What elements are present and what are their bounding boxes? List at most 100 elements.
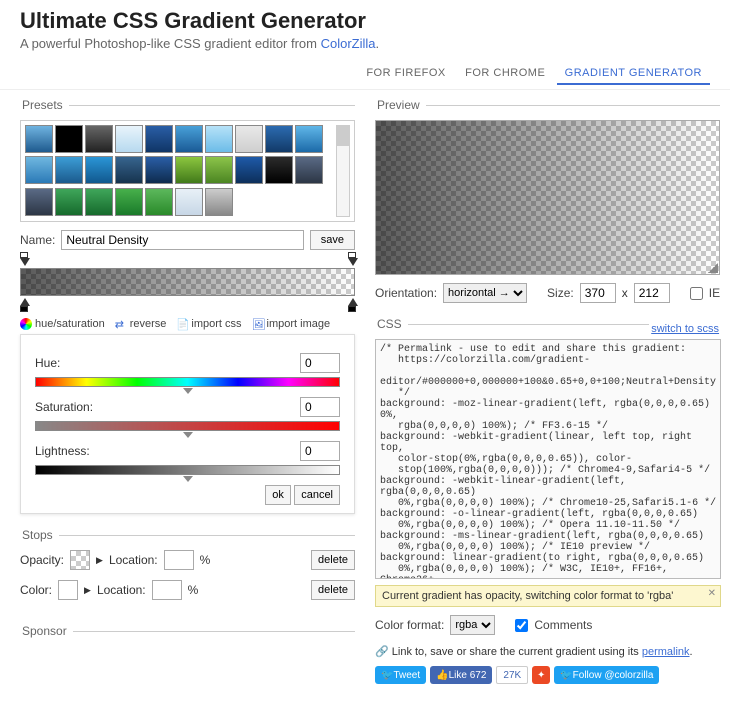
gradient-strip[interactable]: [20, 268, 355, 296]
orientation-select[interactable]: horizontal →: [443, 283, 527, 303]
color-label: Color:: [20, 583, 52, 597]
stumbleupon-button[interactable]: ✦: [532, 666, 550, 684]
tab-firefox[interactable]: FOR FIREFOX: [358, 63, 453, 83]
lightness-input[interactable]: [300, 441, 340, 461]
preset-swatch[interactable]: [115, 125, 143, 153]
page-title: Ultimate CSS Gradient Generator: [20, 8, 710, 34]
tool-import-css[interactable]: 📄import css: [176, 318, 241, 330]
presets-section: Presets Name: save: [20, 98, 355, 514]
preset-swatches: [25, 125, 332, 217]
preset-swatch[interactable]: [145, 156, 173, 184]
name-input[interactable]: [61, 230, 303, 250]
sponsor-legend: Sponsor: [20, 624, 73, 638]
page-subtitle: A powerful Photoshop-like CSS gradient e…: [20, 36, 710, 51]
preset-swatch[interactable]: [295, 156, 323, 184]
saturation-label: Saturation:: [35, 400, 93, 414]
colorzilla-link[interactable]: ColorZilla: [321, 36, 376, 51]
preset-swatch[interactable]: [115, 188, 143, 216]
preset-swatch[interactable]: [175, 156, 203, 184]
lightness-slider[interactable]: [35, 465, 340, 475]
preview-legend: Preview: [375, 98, 426, 112]
preset-swatch[interactable]: [235, 125, 263, 153]
preset-swatch[interactable]: [235, 156, 263, 184]
css-output[interactable]: /* Permalink - use to edit and share thi…: [375, 339, 721, 579]
opacity-percent: %: [200, 553, 211, 567]
width-input[interactable]: [580, 283, 616, 303]
presets-scrollbar[interactable]: [336, 125, 350, 217]
preset-swatch[interactable]: [115, 156, 143, 184]
preset-swatch[interactable]: [25, 188, 53, 216]
css-legend: CSS: [375, 317, 408, 331]
tab-gradient-generator[interactable]: GRADIENT GENERATOR: [557, 63, 710, 85]
preset-swatch[interactable]: [205, 125, 233, 153]
color-format-select[interactable]: rgba: [450, 615, 495, 635]
name-label: Name:: [20, 233, 55, 247]
fb-like-button[interactable]: 👍 Like 672: [430, 666, 492, 684]
opacity-dropdown-icon[interactable]: ▶: [96, 555, 103, 566]
preset-swatch[interactable]: [85, 188, 113, 216]
preset-swatch[interactable]: [265, 156, 293, 184]
hue-icon: [20, 318, 32, 330]
preset-swatch[interactable]: [25, 125, 53, 153]
save-button[interactable]: save: [310, 230, 355, 250]
preset-swatch[interactable]: [145, 188, 173, 216]
preset-swatch[interactable]: [205, 156, 233, 184]
height-input[interactable]: [634, 283, 670, 303]
tab-chrome[interactable]: FOR CHROME: [457, 63, 553, 83]
opacity-label: Opacity:: [20, 553, 64, 567]
preset-swatch[interactable]: [175, 188, 203, 216]
preset-swatch[interactable]: [295, 125, 323, 153]
tool-reverse[interactable]: ⇄reverse: [115, 318, 167, 330]
css-section: CSS switch to scss /* Permalink - use to…: [375, 317, 721, 684]
tool-import-image[interactable]: 🖼import image: [252, 318, 331, 330]
color-format-label: Color format:: [375, 618, 444, 632]
tool-hue-saturation[interactable]: hue/saturation: [20, 318, 105, 330]
link-icon: 🔗: [375, 646, 389, 658]
preset-swatch[interactable]: [55, 125, 83, 153]
size-label: Size:: [547, 286, 574, 300]
ie-checkbox[interactable]: [690, 287, 703, 300]
saturation-input[interactable]: [300, 397, 340, 417]
tweet-button[interactable]: 🐦 Tweet: [375, 666, 426, 684]
preset-swatch[interactable]: [55, 156, 83, 184]
orientation-label: Orientation:: [375, 286, 437, 300]
ok-button[interactable]: ok: [265, 485, 291, 505]
color-location-input[interactable]: [152, 580, 182, 600]
preset-swatch[interactable]: [265, 125, 293, 153]
preview-resize-handle[interactable]: [708, 263, 718, 273]
opacity-location-input[interactable]: [164, 550, 194, 570]
hue-label: Hue:: [35, 356, 60, 370]
comments-checkbox[interactable]: [515, 619, 528, 632]
hue-slider[interactable]: [35, 377, 340, 387]
opacity-location-label: Location:: [109, 553, 158, 567]
ie-label: IE: [709, 286, 720, 300]
switch-to-scss-link[interactable]: switch to scss: [649, 323, 721, 335]
color-swatch[interactable]: [58, 580, 78, 600]
color-percent: %: [188, 583, 199, 597]
preview-section: Preview Orientation: horizontal → Size: …: [375, 98, 720, 303]
size-separator: x: [622, 286, 628, 300]
cancel-button[interactable]: cancel: [294, 485, 340, 505]
preset-swatch[interactable]: [85, 156, 113, 184]
permalink-link[interactable]: permalink: [642, 646, 690, 658]
preset-swatch[interactable]: [145, 125, 173, 153]
color-delete-button[interactable]: delete: [311, 580, 355, 600]
preset-swatch[interactable]: [175, 125, 203, 153]
preset-swatch[interactable]: [25, 156, 53, 184]
preset-swatch[interactable]: [205, 188, 233, 216]
notice-close-icon[interactable]: ✕: [708, 588, 716, 599]
color-stop-track[interactable]: [20, 296, 355, 306]
opacity-delete-button[interactable]: delete: [311, 550, 355, 570]
lightness-label: Lightness:: [35, 444, 90, 458]
stops-section: Stops Opacity: ▶ Location: % delete Colo…: [20, 528, 355, 610]
preset-swatch[interactable]: [55, 188, 83, 216]
hue-input[interactable]: [300, 353, 340, 373]
opacity-stop-track[interactable]: [20, 258, 355, 268]
follow-button[interactable]: 🐦 Follow @colorzilla: [554, 666, 659, 684]
saturation-slider[interactable]: [35, 421, 340, 431]
hsl-panel: Hue: Saturation: Lightness: ok cancel: [20, 334, 355, 514]
comments-label: Comments: [534, 618, 592, 632]
opacity-swatch[interactable]: [70, 550, 90, 570]
preset-swatch[interactable]: [85, 125, 113, 153]
color-dropdown-icon[interactable]: ▶: [84, 585, 91, 596]
